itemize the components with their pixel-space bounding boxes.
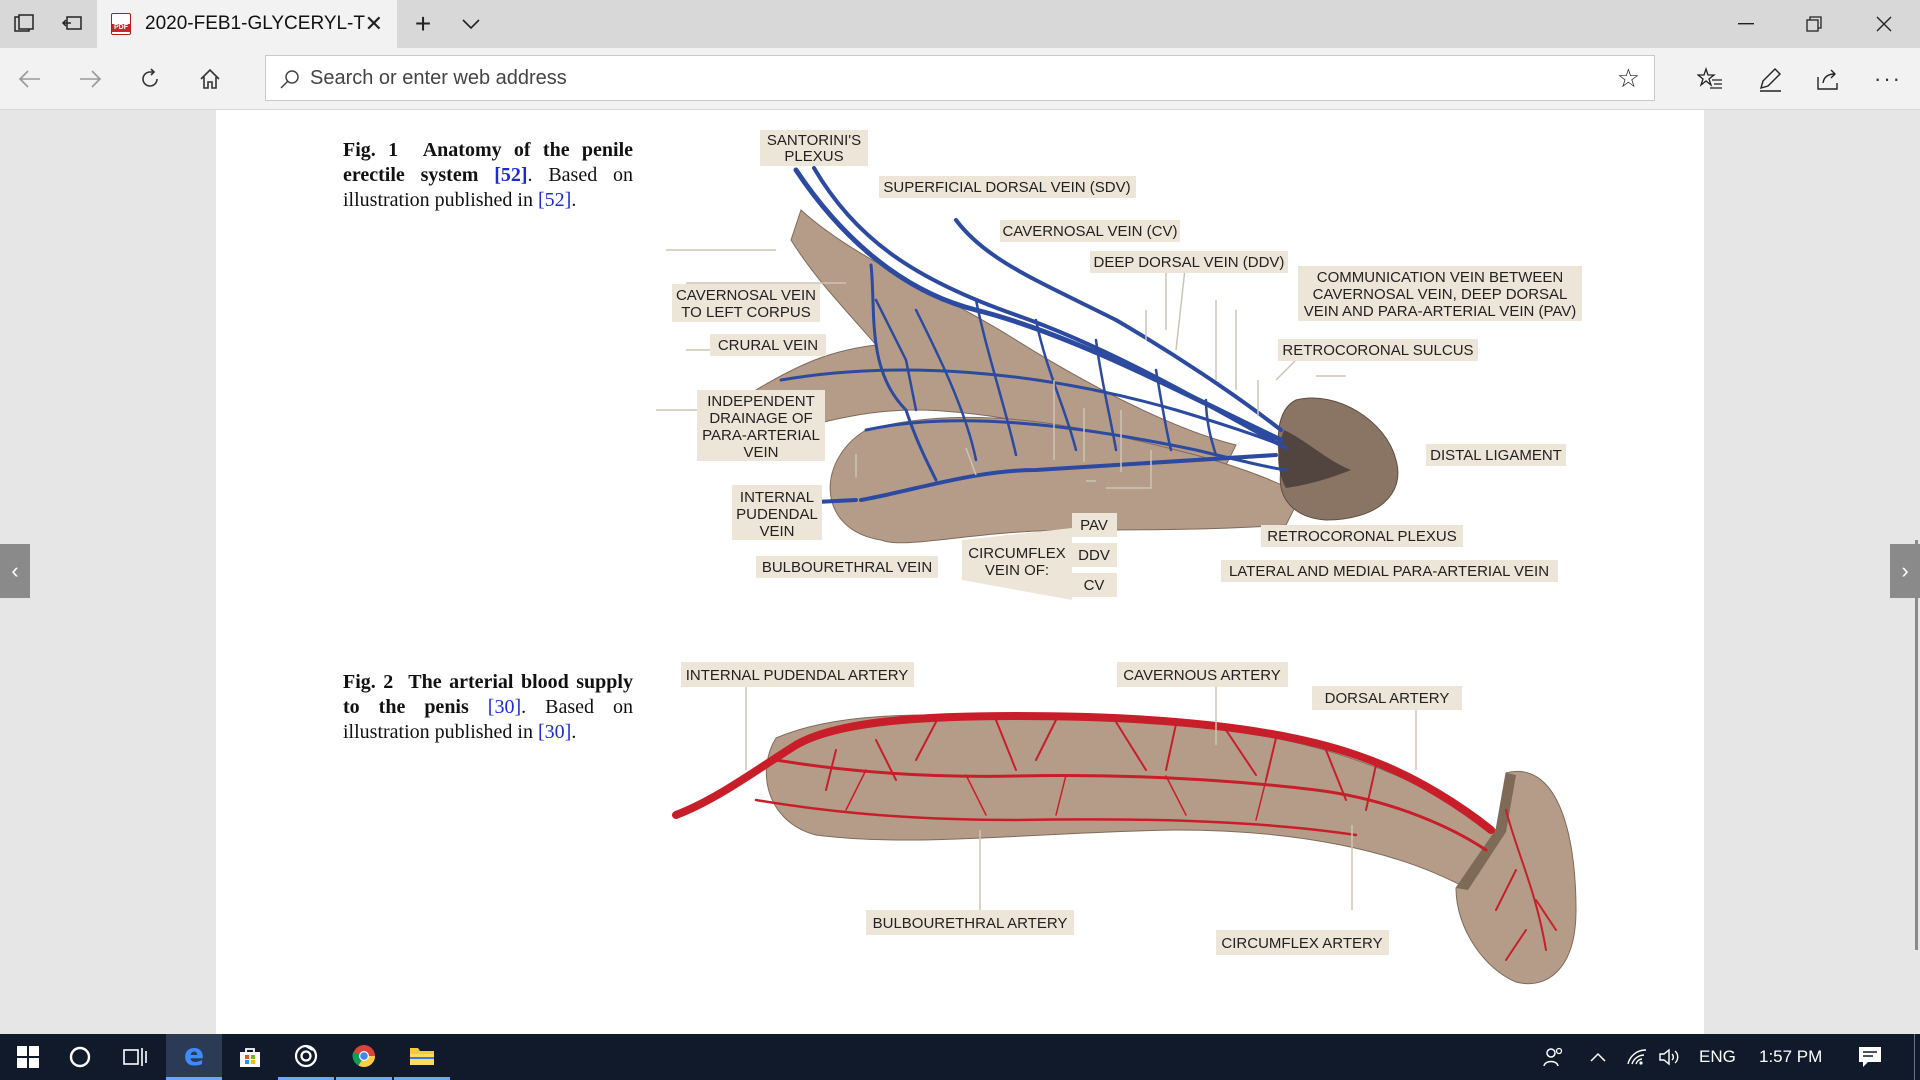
back-arrow-icon[interactable] — [14, 63, 46, 95]
label-indep-3: PARA-ARTERIAL — [702, 427, 820, 444]
figure1-illustration: SANTORINI'S PLEXUS SUPERFICIAL DORSAL VE… — [656, 130, 1582, 600]
address-bar[interactable]: ☆ — [265, 55, 1655, 101]
label-cv-short: CV — [1084, 577, 1105, 594]
favorites-list-icon[interactable] — [1694, 63, 1726, 95]
tab-actions-icon[interactable] — [12, 12, 36, 36]
restore-icon[interactable] — [1780, 0, 1848, 48]
scrollbar[interactable] — [1915, 540, 1918, 950]
refresh-icon[interactable] — [134, 63, 166, 95]
label-lateral-medial: LATERAL AND MEDIAL PARA-ARTERIAL VEIN — [1229, 563, 1549, 580]
label-sdv: SUPERFICIAL DORSAL VEIN (SDV) — [883, 179, 1130, 196]
pen-annotate-icon[interactable] — [1754, 63, 1786, 95]
label-dorsal-artery: DORSAL ARTERY — [1325, 690, 1450, 707]
label-ddv-short: DDV — [1078, 547, 1110, 564]
label-internal-pudendal-2: PUDENDAL — [736, 506, 818, 523]
label-indep-1: INDEPENDENT — [707, 393, 815, 410]
taskbar: e ENG 1:57 PM — [0, 1034, 1920, 1080]
action-center-notification-icon[interactable] — [1858, 1034, 1882, 1080]
volume-icon[interactable] — [1658, 1034, 1682, 1080]
label-retrocoronal-plexus: RETROCORONAL PLEXUS — [1267, 528, 1457, 545]
pdf-viewer: ‹ › Fig. 1 Anatomy of the penile erectil… — [0, 110, 1920, 1034]
label-santorini-1: SANTORINI'S — [767, 132, 861, 149]
label-internal-pudendal-artery: INTERNAL PUDENDAL ARTERY — [686, 667, 909, 684]
address-input[interactable] — [310, 56, 1560, 100]
set-aside-tabs-icon[interactable] — [60, 12, 84, 36]
label-circumflex-artery: CIRCUMFLEX ARTERY — [1221, 935, 1382, 952]
label-retrocoronal-sulcus: RETROCORONAL SULCUS — [1282, 342, 1473, 359]
previous-page-chevron-left-icon[interactable]: ‹ — [0, 544, 30, 598]
file-explorer-folder-icon[interactable] — [394, 1034, 450, 1080]
label-indep-2: DRAINAGE OF — [709, 410, 812, 427]
label-santorini-2: PLEXUS — [784, 148, 843, 165]
media-app-icon[interactable] — [278, 1034, 334, 1080]
label-ddv: DEEP DORSAL VEIN (DDV) — [1094, 254, 1285, 271]
figure2-illustration: INTERNAL PUDENDAL ARTERY CAVERNOUS ARTER… — [672, 662, 1577, 985]
tab-title: 2020-FEB1-GLYCERYL-T — [145, 13, 365, 34]
share-icon[interactable] — [1812, 63, 1844, 95]
wifi-icon[interactable] — [1626, 1034, 1648, 1080]
pdf-page: Fig. 1 Anatomy of the penile erectile sy… — [216, 110, 1704, 1034]
label-bulbourethral-artery: BULBOURETHRAL ARTERY — [873, 915, 1068, 932]
task-view-icon[interactable] — [108, 1034, 164, 1080]
more-options-icon[interactable]: ··· — [1872, 63, 1904, 95]
chrome-icon[interactable] — [336, 1034, 392, 1080]
search-icon — [280, 70, 299, 89]
label-circumflex-2: VEIN OF: — [985, 562, 1049, 579]
cortana-search-icon[interactable] — [52, 1034, 108, 1080]
favorite-star-icon[interactable]: ☆ — [1617, 65, 1640, 91]
forward-arrow-icon[interactable] — [74, 63, 106, 95]
label-comm-3: VEIN AND PARA-ARTERIAL VEIN (PAV) — [1304, 303, 1577, 320]
anatomy-figures: SANTORINI'S PLEXUS SUPERFICIAL DORSAL VE… — [656, 130, 1582, 985]
new-tab-icon[interactable]: + — [411, 8, 435, 39]
close-window-icon[interactable] — [1850, 0, 1918, 48]
lower-corpus — [829, 416, 1302, 544]
minimize-icon[interactable] — [1712, 0, 1780, 48]
tab-list-chevron-down-icon[interactable] — [459, 12, 483, 36]
language-indicator[interactable]: ENG — [1699, 1034, 1736, 1080]
pdf-file-icon — [111, 13, 131, 35]
label-internal-pudendal-1: INTERNAL — [740, 489, 814, 506]
clock-time[interactable]: 1:57 PM — [1759, 1034, 1822, 1080]
start-windows-icon[interactable] — [0, 1034, 56, 1080]
tab-pdf-document[interactable]: 2020-FEB1-GLYCERYL-T ✕ — [97, 0, 397, 48]
label-pav: PAV — [1080, 517, 1108, 534]
people-icon[interactable] — [1542, 1034, 1564, 1080]
label-cav-left-1: CAVERNOSAL VEIN — [676, 287, 816, 304]
label-indep-4: VEIN — [743, 444, 778, 461]
label-cavernous-artery: CAVERNOUS ARTERY — [1123, 667, 1281, 684]
label-distal-ligament: DISTAL LIGAMENT — [1430, 447, 1562, 464]
label-bulbourethral-vein: BULBOURETHRAL VEIN — [762, 559, 932, 576]
label-crural: CRURAL VEIN — [718, 337, 818, 354]
label-internal-pudendal-3: VEIN — [759, 523, 794, 540]
show-hidden-icons-chevron-up-icon[interactable] — [1590, 1034, 1606, 1080]
label-cv: CAVERNOSAL VEIN (CV) — [1002, 223, 1177, 240]
store-bag-icon[interactable] — [222, 1034, 278, 1080]
label-comm-2: CAVERNOSAL VEIN, DEEP DORSAL — [1313, 286, 1568, 303]
home-icon[interactable] — [194, 63, 226, 95]
label-cav-left-2: TO LEFT CORPUS — [681, 304, 810, 321]
navigation-bar: ☆ ··· — [0, 48, 1920, 110]
close-tab-icon[interactable]: ✕ — [365, 12, 383, 36]
label-comm-1: COMMUNICATION VEIN BETWEEN — [1317, 269, 1563, 286]
title-bar: 2020-FEB1-GLYCERYL-T ✕ + — [0, 0, 1920, 48]
show-desktop-divider[interactable] — [1914, 1034, 1915, 1080]
label-circumflex-1: CIRCUMFLEX — [968, 545, 1066, 562]
edge-browser-icon[interactable]: e — [166, 1034, 222, 1080]
